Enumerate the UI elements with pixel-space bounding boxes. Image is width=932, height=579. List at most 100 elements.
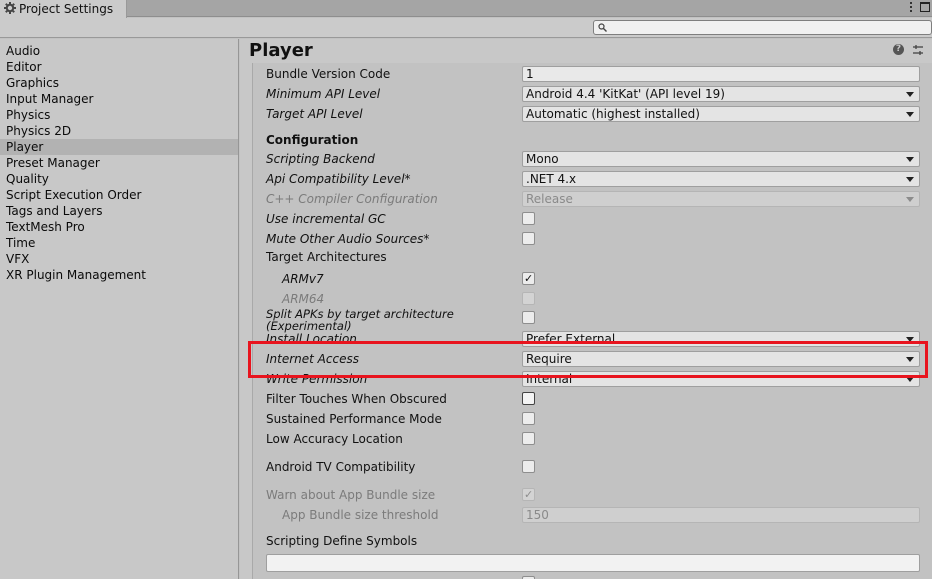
- row-sustained-performance: Sustained Performance Mode: [253, 411, 932, 429]
- panel-header: Player ?: [240, 39, 932, 63]
- use-incremental-gc-checkbox[interactable]: [522, 212, 535, 225]
- mute-other-audio-sources-checkbox[interactable]: [522, 232, 535, 245]
- player-settings-panel: Player ? Bundle Version Code 1 Minimum A…: [240, 39, 932, 579]
- warn-app-bundle-checkbox: ✓: [522, 488, 535, 501]
- split-apks-checkbox[interactable]: [522, 311, 535, 324]
- sidebar-item-tags-and-layers[interactable]: Tags and Layers: [0, 203, 238, 219]
- row-scripting-define-symbols: Scripting Define Symbols: [253, 533, 932, 551]
- chevron-down-icon: [906, 337, 914, 342]
- low-accuracy-location-label: Low Accuracy Location: [266, 432, 403, 446]
- row-warn-app-bundle: Warn about App Bundle size ✓: [253, 487, 932, 505]
- install-location-dropdown[interactable]: Prefer External: [522, 331, 920, 347]
- toolbar: [0, 18, 932, 38]
- sidebar-item-physics-2d[interactable]: Physics 2D: [0, 123, 238, 139]
- scripting-backend-label: Scripting Backend: [266, 152, 375, 166]
- row-api-compatibility-level: Api Compatibility Level* .NET 4.x: [253, 171, 932, 189]
- row-android-tv: Android TV Compatibility: [253, 459, 932, 477]
- help-icon[interactable]: ?: [893, 44, 904, 55]
- write-permission-dropdown[interactable]: Internal: [522, 371, 920, 387]
- scripting-define-symbols-label: Scripting Define Symbols: [266, 534, 418, 548]
- row-app-bundle-threshold: App Bundle size threshold 150: [253, 507, 932, 525]
- scripting-backend-dropdown[interactable]: Mono: [522, 151, 920, 167]
- api-compatibility-level-label: Api Compatibility Level*: [266, 172, 411, 186]
- arm64-label: ARM64: [282, 292, 325, 306]
- sidebar-item-editor[interactable]: Editor: [0, 59, 238, 75]
- chevron-down-icon: [906, 177, 914, 182]
- target-api-level-dropdown[interactable]: Automatic (highest installed): [522, 106, 920, 122]
- row-low-accuracy-location: Low Accuracy Location: [253, 431, 932, 449]
- row-armv7: ARMv7 ✓: [253, 271, 932, 289]
- sidebar-item-script-execution-order[interactable]: Script Execution Order: [0, 187, 238, 203]
- chevron-down-icon: [906, 112, 914, 117]
- row-split-apks: Split APKs by target architecture (Experi…: [253, 308, 932, 332]
- search-input[interactable]: [593, 20, 932, 35]
- chevron-down-icon: [906, 377, 914, 382]
- sidebar-item-quality[interactable]: Quality: [0, 171, 238, 187]
- low-accuracy-location-checkbox[interactable]: [522, 432, 535, 445]
- scripting-backend-value: Mono: [526, 152, 559, 166]
- write-permission-value: Internal: [526, 372, 573, 386]
- sidebar-item-physics[interactable]: Physics: [0, 107, 238, 123]
- app-bundle-threshold-label: App Bundle size threshold: [282, 508, 439, 522]
- chevron-down-icon: [906, 357, 914, 362]
- sustained-performance-checkbox[interactable]: [522, 412, 535, 425]
- sidebar-item-time[interactable]: Time: [0, 235, 238, 251]
- sidebar-item-graphics[interactable]: Graphics: [0, 75, 238, 91]
- sidebar-item-vfx[interactable]: VFX: [0, 251, 238, 267]
- api-compatibility-level-value: .NET 4.x: [526, 172, 577, 186]
- cpp-compiler-configuration-value: Release: [526, 192, 573, 206]
- configuration-heading: Configuration: [266, 133, 359, 147]
- row-minimum-api-level: Minimum API Level Android 4.4 'KitKat' (…: [253, 86, 932, 104]
- sidebar-item-preset-manager[interactable]: Preset Manager: [0, 155, 238, 171]
- settings-scroll-area: Bundle Version Code 1 Minimum API Level …: [252, 63, 932, 579]
- arm64-checkbox: [522, 292, 535, 305]
- sustained-performance-label: Sustained Performance Mode: [266, 412, 442, 426]
- row-install-location: Install Location Prefer External: [253, 331, 932, 349]
- page-title: Player: [249, 40, 313, 61]
- chevron-down-icon: [906, 197, 914, 202]
- title-bar: Project Settings: [0, 0, 932, 18]
- row-configuration-heading: Configuration: [253, 132, 932, 150]
- checkmark-icon: ✓: [524, 488, 534, 501]
- search-icon: [598, 23, 607, 32]
- window-buttons: [907, 1, 930, 13]
- project-settings-tab[interactable]: Project Settings: [0, 0, 127, 18]
- window-title: Project Settings: [19, 2, 114, 16]
- filter-touches-checkbox[interactable]: [522, 392, 535, 405]
- android-tv-checkbox[interactable]: [522, 460, 535, 473]
- filter-touches-label: Filter Touches When Obscured: [266, 392, 447, 406]
- settings-sidebar: Audio Editor Graphics Input Manager Phys…: [0, 39, 239, 579]
- chevron-down-icon: [906, 92, 914, 97]
- row-use-incremental-gc: Use incremental GC: [253, 211, 932, 229]
- sidebar-item-audio[interactable]: Audio: [0, 43, 238, 59]
- minimum-api-level-value: Android 4.4 'KitKat' (API level 19): [526, 87, 725, 101]
- preset-settings-icon[interactable]: [912, 44, 924, 56]
- android-tv-label: Android TV Compatibility: [266, 460, 416, 474]
- warn-app-bundle-label: Warn about App Bundle size: [266, 488, 436, 502]
- sidebar-item-input-manager[interactable]: Input Manager: [0, 91, 238, 107]
- sidebar-item-textmesh-pro[interactable]: TextMesh Pro: [0, 219, 238, 235]
- sidebar-item-xr-plugin-management[interactable]: XR Plugin Management: [0, 267, 238, 283]
- row-scripting-backend: Scripting Backend Mono: [253, 151, 932, 169]
- split-apks-label: Split APKs by target architecture (Experi…: [266, 308, 454, 332]
- internet-access-value: Require: [526, 352, 572, 366]
- use-incremental-gc-label: Use incremental GC: [266, 212, 386, 226]
- api-compatibility-level-dropdown[interactable]: .NET 4.x: [522, 171, 920, 187]
- kebab-menu-icon[interactable]: [907, 1, 915, 13]
- target-api-level-label: Target API Level: [266, 107, 363, 121]
- armv7-checkbox[interactable]: ✓: [522, 272, 535, 285]
- row-internet-access: Internet Access Require: [253, 351, 932, 369]
- internet-access-label: Internet Access: [266, 352, 359, 366]
- gear-icon: [4, 1, 16, 17]
- write-permission-label: Write Permission: [266, 372, 368, 386]
- row-write-permission: Write Permission Internal: [253, 371, 932, 389]
- sidebar-item-player[interactable]: Player: [0, 139, 238, 155]
- bundle-version-code-field[interactable]: 1: [522, 66, 920, 82]
- install-location-value: Prefer External: [526, 332, 616, 346]
- minimum-api-level-dropdown[interactable]: Android 4.4 'KitKat' (API level 19): [522, 86, 920, 102]
- chevron-down-icon: [906, 157, 914, 162]
- scripting-define-symbols-input[interactable]: [266, 554, 920, 572]
- maximize-icon[interactable]: [920, 2, 930, 12]
- internet-access-dropdown[interactable]: Require: [522, 351, 920, 367]
- minimum-api-level-label: Minimum API Level: [266, 87, 381, 101]
